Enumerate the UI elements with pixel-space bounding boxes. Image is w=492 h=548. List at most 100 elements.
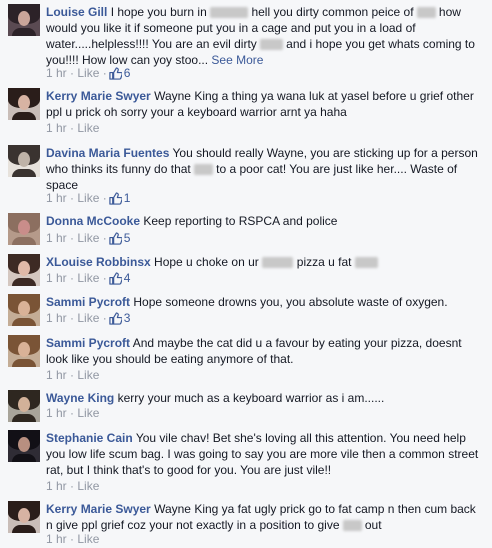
avatar-body <box>12 318 36 326</box>
like-button[interactable]: Like <box>77 368 99 382</box>
avatar-body <box>12 359 36 367</box>
like-thumb-icon[interactable] <box>109 67 123 84</box>
like-button[interactable]: Like <box>77 311 99 325</box>
avatar-face <box>18 11 30 26</box>
avatar[interactable] <box>8 88 40 120</box>
censored-word: shit <box>194 164 213 175</box>
meta-separator: · <box>70 191 75 205</box>
like-count[interactable]: 4 <box>124 271 131 285</box>
censored-word: shit <box>342 520 362 531</box>
like-button[interactable]: Like <box>77 66 99 80</box>
meta-separator: · <box>70 121 75 135</box>
comment-author[interactable]: Wayne King <box>46 391 114 405</box>
censored-word: cunt <box>260 39 283 50</box>
avatar-face <box>18 261 30 276</box>
meta-separator: · <box>70 479 75 493</box>
avatar[interactable] <box>8 213 40 245</box>
comment-list: Louise Gill I hope you burn in fucking h… <box>0 0 492 548</box>
meta-separator: · <box>102 191 107 205</box>
avatar[interactable] <box>8 294 40 326</box>
avatar-face <box>18 152 30 167</box>
comment-author[interactable]: Donna McCooke <box>46 214 140 228</box>
comment-body: Sammi Pycroft And maybe the cat did u a … <box>46 335 484 367</box>
like-button[interactable]: Like <box>77 532 99 546</box>
like-button[interactable]: Like <box>77 271 99 285</box>
comment-timestamp[interactable]: 1 hr <box>46 406 67 420</box>
like-button[interactable]: Like <box>77 231 99 245</box>
comment-meta: 1 hr · Like <box>46 120 99 136</box>
comment-author[interactable]: Louise Gill <box>46 5 107 19</box>
avatar[interactable] <box>8 430 40 462</box>
comment-timestamp[interactable]: 1 hr <box>46 191 67 205</box>
meta-separator: · <box>70 532 75 546</box>
comment-author[interactable]: Sammi Pycroft <box>46 295 130 309</box>
avatar-face <box>18 508 30 523</box>
see-more-link[interactable]: See More <box>211 53 263 67</box>
censored-word: fucking <box>210 7 249 18</box>
avatar-face <box>18 397 30 412</box>
comment-author[interactable]: Stephanie Cain <box>46 431 133 445</box>
comment-body: Kerry Marie Swyer Wayne King ya fat ugly… <box>46 501 484 533</box>
avatar-body <box>12 414 36 422</box>
avatar-face <box>18 437 30 452</box>
avatar-face <box>18 95 30 110</box>
comment-text: hell you dirty common peice of <box>248 5 417 19</box>
avatar[interactable] <box>8 501 40 533</box>
meta-separator: · <box>102 231 107 245</box>
comment-text: out <box>361 518 382 532</box>
meta-separator: · <box>102 66 107 80</box>
comment-author[interactable]: XLouise Robbinsx <box>46 255 151 269</box>
avatar-face <box>18 342 30 357</box>
avatar[interactable] <box>8 145 40 177</box>
comment-body: Sammi Pycroft Hope someone drowns you, y… <box>46 294 484 310</box>
comment-timestamp[interactable]: 1 hr <box>46 311 67 325</box>
comment-timestamp[interactable]: 1 hr <box>46 231 67 245</box>
like-count[interactable]: 3 <box>124 311 131 325</box>
like-button[interactable]: Like <box>77 191 99 205</box>
comment-author[interactable]: Kerry Marie Swyer <box>46 89 151 103</box>
comment-meta: 1 hr · Like <box>46 531 99 547</box>
comment-author[interactable]: Kerry Marie Swyer <box>46 502 151 516</box>
comment-meta: 1 hr · Like <box>46 478 99 494</box>
meta-separator: · <box>70 231 75 245</box>
comment-author[interactable]: Davina Maria Fuentes <box>46 146 169 160</box>
avatar-face <box>18 301 30 316</box>
like-thumb-icon[interactable] <box>109 192 123 209</box>
avatar[interactable] <box>8 390 40 422</box>
comment-text: I hope you burn in <box>110 5 211 19</box>
comment-text: Hope someone drowns you, you absolute wa… <box>133 295 448 309</box>
meta-separator: · <box>102 271 107 285</box>
comment-meta: 1 hr · Like · 5 <box>46 230 130 246</box>
comment-meta: 1 hr · Like · 6 <box>46 65 130 81</box>
avatar-body <box>12 237 36 245</box>
like-thumb-icon[interactable] <box>109 312 123 329</box>
comment-meta: 1 hr · Like · 3 <box>46 310 130 326</box>
comment-body: Donna McCooke Keep reporting to RSPCA an… <box>46 213 484 229</box>
comment-timestamp[interactable]: 1 hr <box>46 368 67 382</box>
comment-body: Wayne King kerry your much as a keyboard… <box>46 390 484 406</box>
like-button[interactable]: Like <box>77 121 99 135</box>
like-button[interactable]: Like <box>77 479 99 493</box>
comment-timestamp[interactable]: 1 hr <box>46 66 67 80</box>
comment-body: XLouise Robbinsx Hope u choke on ur fuck… <box>46 254 484 270</box>
avatar[interactable] <box>8 335 40 367</box>
avatar[interactable] <box>8 254 40 286</box>
comment-author[interactable]: Sammi Pycroft <box>46 336 130 350</box>
like-count[interactable]: 1 <box>124 191 131 205</box>
like-count[interactable]: 6 <box>124 66 131 80</box>
avatar[interactable] <box>8 4 40 36</box>
like-button[interactable]: Like <box>77 406 99 420</box>
avatar-body <box>12 525 36 533</box>
comment-timestamp[interactable]: 1 hr <box>46 271 67 285</box>
comment-timestamp[interactable]: 1 hr <box>46 479 67 493</box>
like-thumb-icon[interactable] <box>109 272 123 289</box>
avatar-body <box>12 169 36 177</box>
comment-text: Hope u choke on ur <box>154 255 263 269</box>
like-thumb-icon[interactable] <box>109 232 123 249</box>
like-count[interactable]: 5 <box>124 231 131 245</box>
comment-timestamp[interactable]: 1 hr <box>46 532 67 546</box>
censored-word: fuckin <box>262 257 294 268</box>
comment-meta: 1 hr · Like <box>46 367 99 383</box>
comment-body: Louise Gill I hope you burn in fucking h… <box>46 4 484 68</box>
comment-timestamp[interactable]: 1 hr <box>46 121 67 135</box>
